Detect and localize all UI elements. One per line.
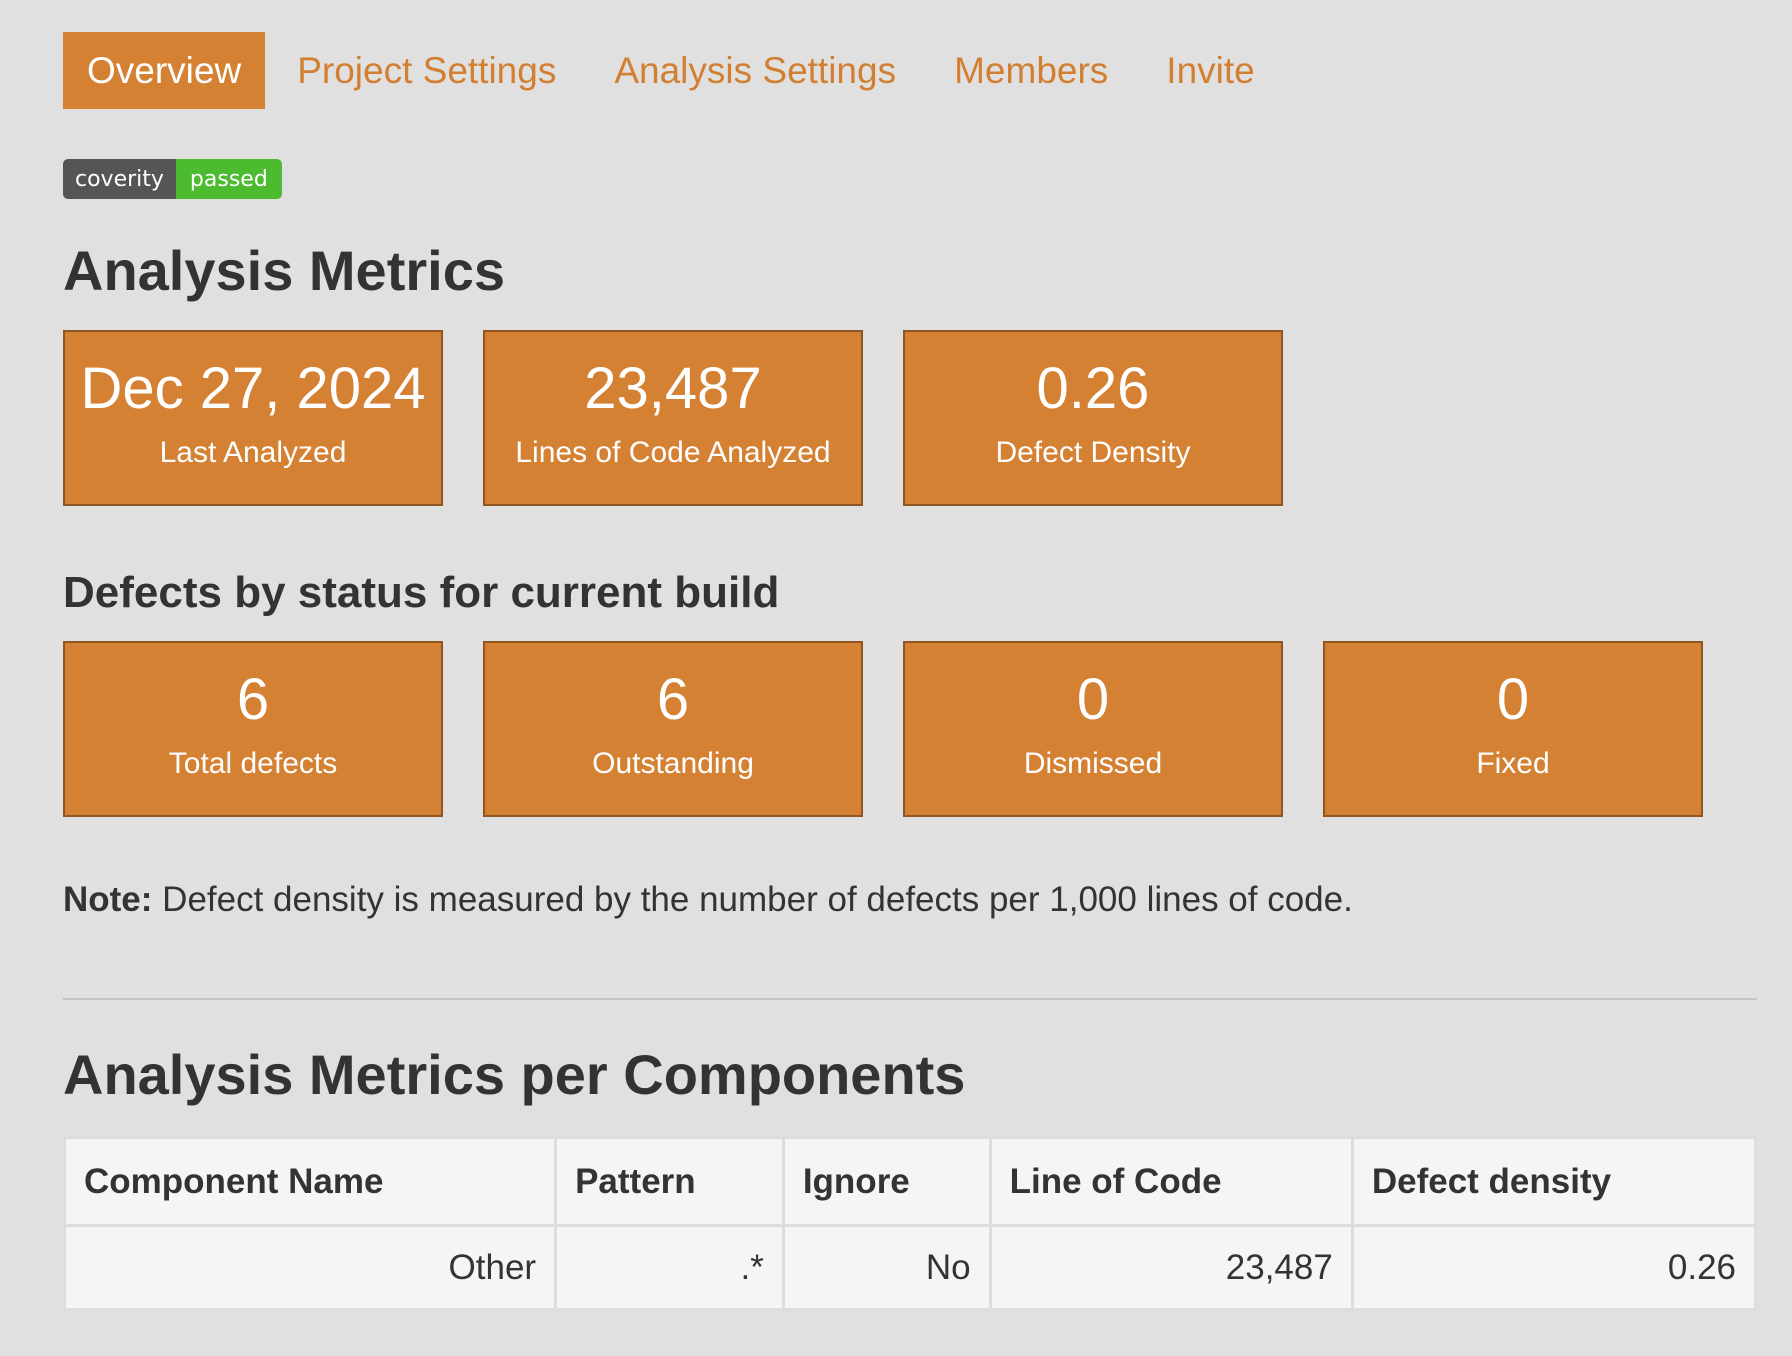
defect-count: 0 [1496,667,1530,732]
defect-card-total: 6 Total defects [63,641,443,817]
defect-label: Total defects [168,747,338,780]
cell-line-of-code: 23,487 [988,1224,1354,1311]
components-table: Component Name Pattern Ignore Line of Co… [62,1136,1758,1311]
tab-members[interactable]: Members [930,32,1132,109]
defect-count: 0 [1076,667,1110,732]
column-header-pattern: Pattern [554,1136,785,1227]
tab-analysis-settings[interactable]: Analysis Settings [590,32,920,109]
column-header-component-name: Component Name [62,1136,558,1227]
metric-label: Lines of Code Analyzed [515,436,831,469]
cell-pattern: .* [554,1224,785,1311]
metric-value: Dec 27, 2024 [80,356,426,421]
defect-label: Fixed [1476,747,1550,780]
column-header-defect-density: Defect density [1350,1136,1758,1227]
metric-card-lines-of-code: 23,487 Lines of Code Analyzed [483,330,863,506]
metric-label: Defect Density [995,436,1191,469]
defect-card-outstanding: 6 Outstanding [483,641,863,817]
metric-value: 23,487 [584,356,762,421]
metric-value: 0.26 [1036,356,1150,421]
table-row: Other .* No 23,487 0.26 [62,1224,1758,1311]
cell-defect-density: 0.26 [1350,1224,1758,1311]
metric-card-last-analyzed: Dec 27, 2024 Last Analyzed [63,330,443,506]
cell-ignore: No [781,1224,992,1311]
defect-count: 6 [236,667,270,732]
tab-invite[interactable]: Invite [1142,32,1278,109]
defects-by-status-title: Defects by status for current build [63,568,780,617]
tab-overview[interactable]: Overview [63,32,266,109]
defect-density-note: Note: Defect density is measured by the … [63,880,1353,920]
defect-card-fixed: 0 Fixed [1323,641,1703,817]
table-header-row: Component Name Pattern Ignore Line of Co… [62,1136,1758,1227]
defect-count: 6 [656,667,690,732]
coverity-status-badge[interactable]: coverity passed [63,159,282,199]
overview-page: Overview Project Settings Analysis Setti… [0,0,1792,1356]
column-header-line-of-code: Line of Code [988,1136,1354,1227]
defect-label: Dismissed [1023,747,1163,780]
metric-card-defect-density: 0.26 Defect Density [903,330,1283,506]
components-metrics-title: Analysis Metrics per Components [63,1043,966,1106]
cell-component-name: Other [62,1224,558,1311]
badge-status: passed [175,159,282,199]
note-prefix: Note: [63,880,153,919]
defect-label: Outstanding [592,747,754,780]
note-text: Defect density is measured by the number… [152,880,1353,919]
column-header-ignore: Ignore [781,1136,992,1227]
tab-project-settings[interactable]: Project Settings [273,32,580,109]
project-tabs: Overview Project Settings Analysis Setti… [63,32,1289,109]
defect-card-dismissed: 0 Dismissed [903,641,1283,817]
metric-label: Last Analyzed [159,436,347,469]
badge-label: coverity [63,159,176,199]
section-divider [63,998,1757,1000]
analysis-metrics-title: Analysis Metrics [63,239,505,302]
